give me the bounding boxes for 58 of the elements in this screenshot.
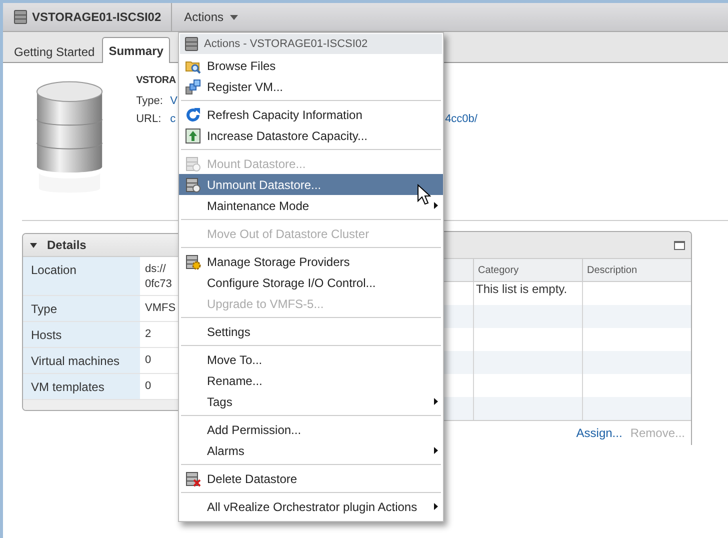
menu-item[interactable]: Alarms xyxy=(179,440,443,461)
menu-item[interactable]: Register VM... xyxy=(179,76,443,97)
property-label: Location xyxy=(23,257,140,295)
property-value: 2 xyxy=(144,327,152,342)
datastore-gear-icon xyxy=(185,254,201,270)
menu-title: Actions - VSTORAGE01-ISCSI02 xyxy=(204,38,368,50)
datastore-delete-icon xyxy=(185,470,201,486)
submenu-arrow-icon xyxy=(434,503,438,510)
panel-title: Details xyxy=(47,238,86,252)
menu-item[interactable]: Rename... xyxy=(179,370,443,391)
menu-item[interactable]: All vRealize Orchestrator plugin Actions xyxy=(179,496,443,517)
datastore-icon xyxy=(14,10,27,24)
property-value: 0 xyxy=(144,353,152,368)
property-value: 0 xyxy=(144,379,152,394)
actions-menu-button[interactable]: Actions xyxy=(172,3,250,31)
field-label: URL: xyxy=(136,113,162,125)
mouse-pointer-icon xyxy=(417,184,431,206)
property-label: Virtual machines xyxy=(23,348,140,373)
menu-item[interactable]: Add Permission... xyxy=(179,419,443,440)
property-label: Hosts xyxy=(23,322,140,347)
menu-item[interactable]: Settings xyxy=(179,321,443,342)
property-value: ds:// 0fc73 xyxy=(144,262,172,292)
submenu-arrow-icon xyxy=(434,447,438,454)
field-value: V xyxy=(170,95,178,107)
menu-item[interactable]: Maintenance Mode xyxy=(179,195,443,216)
empty-list-message: This list is empty. xyxy=(476,282,568,296)
menu-item[interactable]: Manage Storage Providers xyxy=(179,251,443,272)
submenu-arrow-icon xyxy=(434,398,438,405)
datastore-name: VSTORA xyxy=(136,75,174,86)
stacked-boxes-icon xyxy=(185,78,201,94)
submenu-arrow-icon xyxy=(434,202,438,209)
maximize-icon[interactable] xyxy=(674,240,685,250)
menu-item[interactable]: Browse Files xyxy=(179,55,443,76)
datastore-icon xyxy=(185,156,201,172)
caret-icon xyxy=(230,14,238,20)
menu-item[interactable]: Delete Datastore xyxy=(179,468,443,489)
menu-item[interactable]: Configure Storage I/O Control... xyxy=(179,272,443,293)
field-label: Type: xyxy=(136,95,164,107)
tab[interactable]: Summary xyxy=(102,37,170,63)
column-header[interactable]: Category xyxy=(473,259,582,281)
tab[interactable]: Getting Started xyxy=(7,39,102,63)
collapse-triangle-icon[interactable] xyxy=(30,242,37,248)
datastore-title: VSTORAGE01-ISCSI02 xyxy=(32,10,162,24)
field-value: c xyxy=(170,113,177,125)
property-value: VMFS xyxy=(144,301,176,316)
menu-item[interactable]: Move To... xyxy=(179,349,443,370)
url-link[interactable]: 4cc0b/ xyxy=(445,113,478,125)
link-button[interactable]: Assign... xyxy=(576,426,622,440)
menu-item[interactable]: Tags xyxy=(179,391,443,412)
menu-item[interactable]: Unmount Datastore... xyxy=(179,174,443,195)
property-label: Type xyxy=(23,296,140,321)
datastore-icon xyxy=(185,37,198,51)
column-header[interactable]: Description xyxy=(582,259,691,281)
menu-item[interactable]: Increase Datastore Capacity... xyxy=(179,125,443,146)
datastore-icon xyxy=(185,176,201,192)
refresh-icon xyxy=(185,106,201,122)
property-label: VM templates xyxy=(23,374,140,399)
menu-item[interactable]: Refresh Capacity Information xyxy=(179,104,443,125)
